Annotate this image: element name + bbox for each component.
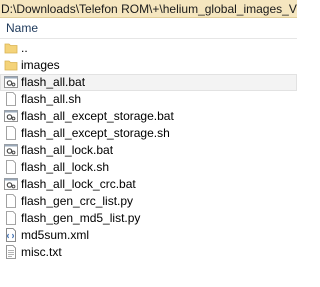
file-row[interactable]: flash_gen_md5_list.py — [0, 210, 297, 227]
file-row-selected[interactable]: flash_all.bat — [0, 74, 297, 91]
file-list: .. images flash_all.bat flash_all.sh fla… — [0, 40, 297, 261]
blank-file-icon — [4, 92, 18, 106]
text-file-icon — [4, 245, 18, 259]
gear-script-icon — [4, 75, 18, 89]
file-row[interactable]: flash_all.sh — [0, 91, 297, 108]
gear-script-icon — [4, 143, 18, 157]
file-row[interactable]: misc.txt — [0, 244, 297, 261]
file-row[interactable]: images — [0, 57, 297, 74]
name-column-header[interactable]: Name — [6, 21, 38, 35]
file-name: .. — [21, 41, 28, 55]
address-bar[interactable]: D:\Downloads\Telefon ROM\+\helium_global… — [0, 0, 297, 18]
folder-icon — [4, 41, 18, 55]
folder-icon — [4, 58, 18, 72]
xml-file-icon — [4, 228, 18, 242]
file-row[interactable]: flash_all_lock.sh — [0, 159, 297, 176]
file-name: flash_all_lock.sh — [21, 160, 110, 174]
file-row[interactable]: flash_all_lock.bat — [0, 142, 297, 159]
file-name: flash_all.sh — [21, 92, 82, 106]
address-path: D:\Downloads\Telefon ROM\+\helium_global… — [1, 2, 297, 16]
file-name: flash_all.bat — [21, 75, 86, 89]
blank-file-icon — [4, 211, 18, 225]
blank-file-icon — [4, 160, 18, 174]
gear-script-icon — [4, 177, 18, 191]
file-name: misc.txt — [21, 245, 62, 259]
blank-file-icon — [4, 126, 18, 140]
file-name: images — [21, 58, 60, 72]
blank-file-icon — [4, 194, 18, 208]
column-header: Name — [0, 18, 297, 39]
file-name: flash_all_except_storage.sh — [21, 126, 170, 140]
file-name: flash_all_lock.bat — [21, 143, 114, 157]
file-row[interactable]: flash_all_lock_crc.bat — [0, 176, 297, 193]
file-row[interactable]: .. — [0, 40, 297, 57]
file-name: flash_all_except_storage.bat — [21, 109, 174, 123]
file-row[interactable]: flash_all_except_storage.bat — [0, 108, 297, 125]
file-name: flash_gen_md5_list.py — [21, 211, 141, 225]
file-name: flash_gen_crc_list.py — [21, 194, 134, 208]
gear-script-icon — [4, 109, 18, 123]
file-row[interactable]: md5sum.xml — [0, 227, 297, 244]
file-row[interactable]: flash_gen_crc_list.py — [0, 193, 297, 210]
file-name: flash_all_lock_crc.bat — [21, 177, 136, 191]
file-name: md5sum.xml — [21, 228, 90, 242]
file-row[interactable]: flash_all_except_storage.sh — [0, 125, 297, 142]
